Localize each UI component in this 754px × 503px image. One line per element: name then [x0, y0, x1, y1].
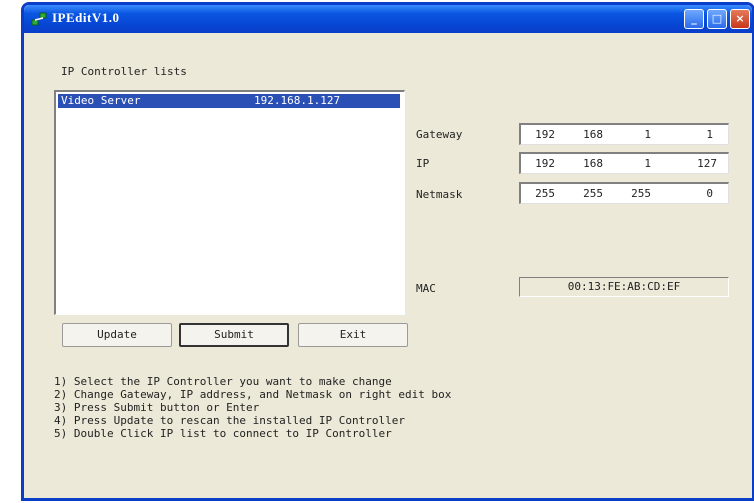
window-title: IPEditV1.0 — [52, 10, 120, 25]
ip-controller-list[interactable]: Video Server 192.168.1.127 — [54, 90, 405, 315]
close-button[interactable]: × — [730, 9, 750, 29]
mac-label: MAC — [416, 282, 436, 295]
gateway-field[interactable]: 192 168 1 1 — [519, 123, 729, 145]
list-item-name: Video Server — [61, 94, 141, 107]
ip-field[interactable]: 192 168 1 127 — [519, 152, 729, 174]
netmask-octet-4[interactable]: 0 — [679, 187, 713, 200]
instructions-list: 1) Select the IP Controller you want to … — [54, 375, 451, 440]
minimize-button[interactable]: _ — [684, 9, 704, 29]
submit-button[interactable]: Submit — [179, 323, 289, 347]
ip-octet-1[interactable]: 192 — [521, 157, 555, 170]
netmask-octet-3[interactable]: 255 — [617, 187, 651, 200]
ip-octet-3[interactable]: 1 — [617, 157, 651, 170]
mac-address-field: 00:13:FE:AB:CD:EF — [519, 277, 729, 297]
list-item-ip: 192.168.1.127 — [254, 94, 341, 107]
gateway-octet-2[interactable]: 168 — [569, 128, 603, 141]
instruction-line: 4) Press Update to rescan the installed … — [54, 414, 405, 427]
ip-octet-2[interactable]: 168 — [569, 157, 603, 170]
update-button[interactable]: Update — [62, 323, 172, 347]
instruction-line: 5) Double Click IP list to connect to IP… — [54, 427, 392, 440]
exit-button[interactable]: Exit — [298, 323, 408, 347]
list-item-video-server[interactable]: Video Server 192.168.1.127 — [58, 94, 400, 108]
controller-list-label: IP Controller lists — [61, 65, 187, 78]
maximize-button[interactable]: □ — [707, 9, 727, 29]
netmask-field[interactable]: 255 255 255 0 — [519, 182, 729, 204]
ip-label: IP — [416, 157, 430, 170]
netmask-label: Netmask — [416, 188, 463, 201]
instruction-line: 2) Change Gateway, IP address, and Netma… — [54, 388, 452, 401]
netmask-octet-2[interactable]: 255 — [569, 187, 603, 200]
instruction-line: 3) Press Submit button or Enter — [54, 401, 260, 414]
title-bar[interactable]: IPEditV1.0 _ □ × — [24, 5, 752, 33]
instruction-line: 1) Select the IP Controller you want to … — [54, 375, 392, 388]
ipedit-window: IPEditV1.0 _ □ × IP Controller lists Vid… — [21, 2, 754, 501]
netmask-octet-1[interactable]: 255 — [521, 187, 555, 200]
gateway-octet-3[interactable]: 1 — [617, 128, 651, 141]
gateway-octet-4[interactable]: 1 — [679, 128, 713, 141]
app-network-icon — [31, 12, 47, 26]
gateway-octet-1[interactable]: 192 — [521, 128, 555, 141]
ip-octet-4[interactable]: 127 — [683, 157, 717, 170]
gateway-label: Gateway — [416, 128, 463, 141]
